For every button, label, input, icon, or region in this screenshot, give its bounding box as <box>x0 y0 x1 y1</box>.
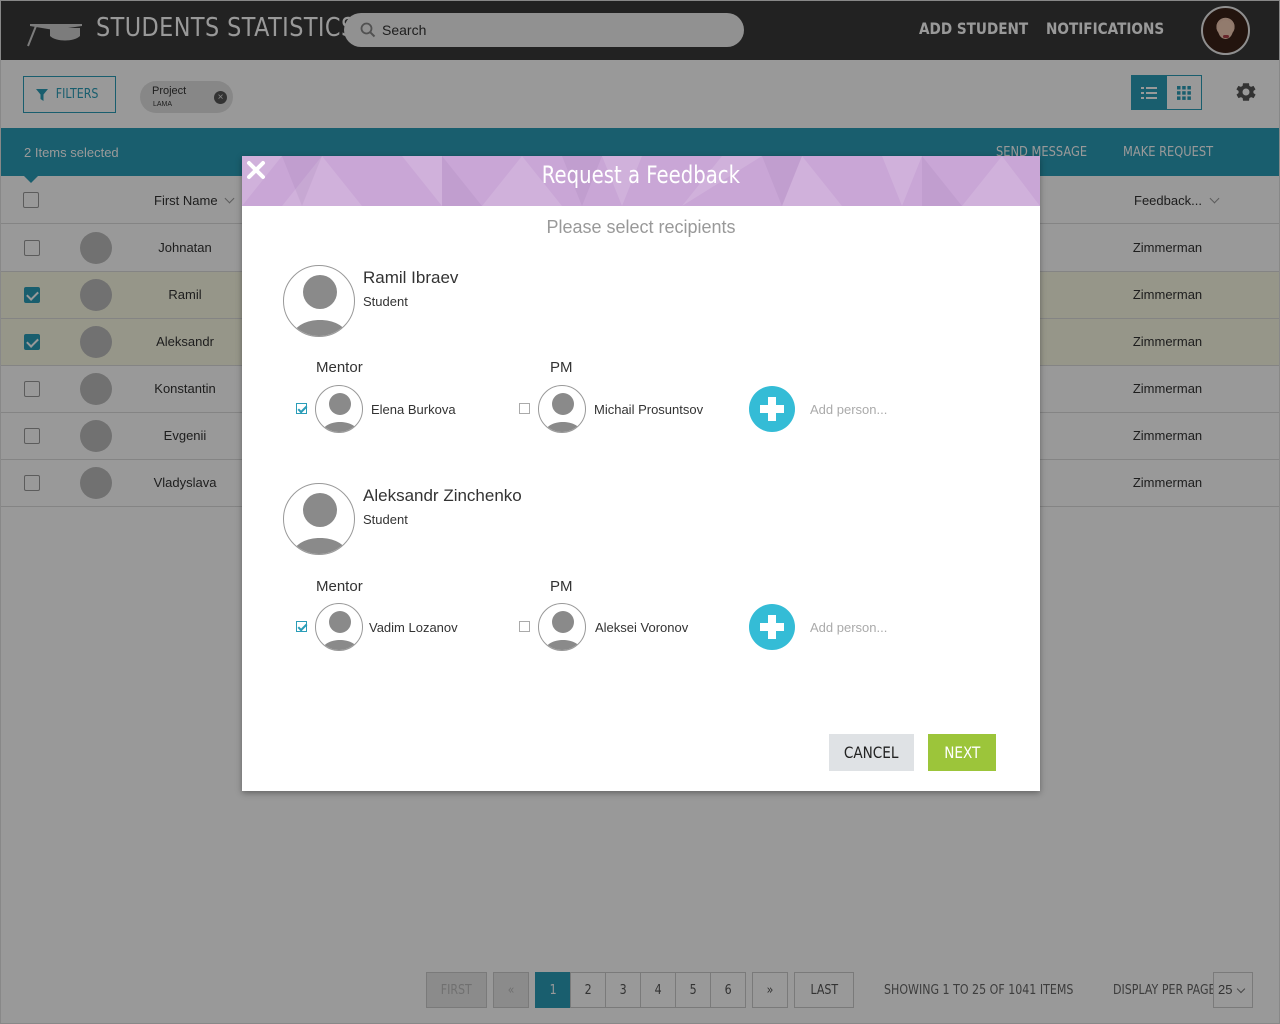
person-icon <box>321 393 359 432</box>
add-person-link[interactable]: Add person... <box>810 620 887 635</box>
pm-checkbox[interactable] <box>519 403 530 414</box>
mentor-label: Mentor <box>316 578 363 595</box>
mentor-name: Elena Burkova <box>371 402 456 417</box>
pm-name: Aleksei Voronov <box>595 620 689 635</box>
pm-name: Michail Prosuntsov <box>594 402 704 417</box>
mentor-avatar <box>315 385 363 433</box>
mentor-label: Mentor <box>316 359 363 376</box>
student-avatar <box>283 265 355 337</box>
pm-label: PM <box>550 359 573 376</box>
person-icon <box>544 393 582 432</box>
person-icon <box>292 493 348 554</box>
next-button[interactable]: NEXT <box>928 734 996 771</box>
mentor-avatar <box>315 603 363 651</box>
modal-header: Request a Feedback <box>242 156 1040 206</box>
mentor-checkbox[interactable] <box>296 403 307 414</box>
close-icon[interactable] <box>242 156 270 184</box>
add-person-button[interactable] <box>749 386 795 432</box>
pm-avatar <box>538 603 586 651</box>
student-avatar <box>283 483 355 555</box>
cancel-button-label: CANCEL <box>844 743 899 762</box>
pm-checkbox[interactable] <box>519 621 530 632</box>
pm-avatar <box>538 385 586 433</box>
pm-label: PM <box>550 578 573 595</box>
student-role: Student <box>363 294 408 309</box>
modal-subtitle: Please select recipients <box>546 217 736 237</box>
next-button-label: NEXT <box>943 743 981 762</box>
mentor-name: Vadim Lozanov <box>369 620 458 635</box>
add-person-link[interactable]: Add person... <box>810 402 887 417</box>
person-icon <box>292 275 348 336</box>
person-icon <box>321 611 359 650</box>
mentor-checkbox[interactable] <box>296 621 307 632</box>
cancel-button[interactable]: CANCEL <box>829 734 914 771</box>
student-name: Ramil Ibraev <box>363 268 459 287</box>
person-icon <box>544 611 582 650</box>
add-person-button[interactable] <box>749 604 795 650</box>
modal-title: Request a Feedback <box>242 161 1040 189</box>
modal-title-text: Request a Feedback <box>541 161 741 189</box>
student-name: Aleksandr Zinchenko <box>363 486 522 505</box>
student-role: Student <box>363 512 408 527</box>
request-feedback-modal: Request a Feedback Please select recipie… <box>242 156 1040 791</box>
